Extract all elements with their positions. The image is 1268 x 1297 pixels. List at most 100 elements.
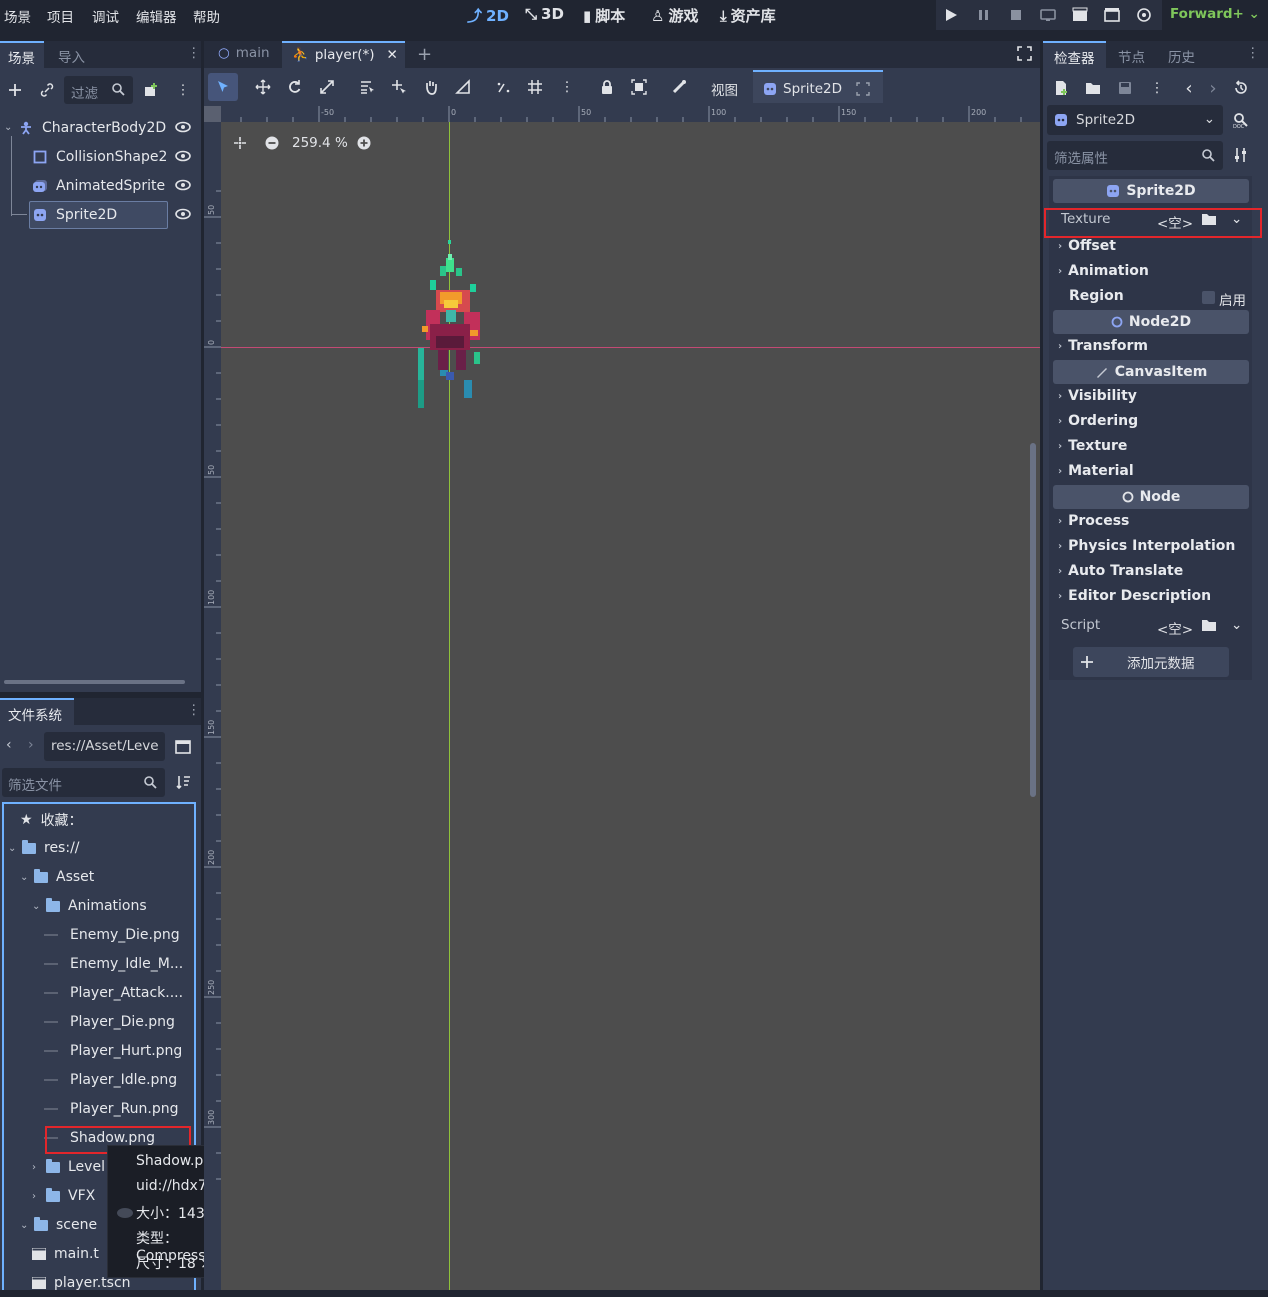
grid-snap-icon[interactable]: [524, 76, 546, 98]
tree-item-collisionshape[interactable]: CollisionShape2: [32, 143, 197, 170]
workspace-2d-button[interactable]: ⤴ 2D: [467, 5, 509, 26]
toggle-split-icon[interactable]: [172, 736, 194, 758]
scene-menu-icon[interactable]: ⋮: [172, 79, 194, 101]
smart-snap-icon[interactable]: [493, 76, 515, 98]
node-selector[interactable]: Sprite2D ⌄: [1047, 105, 1223, 135]
tab-player[interactable]: ⛹ player(*) ✕: [282, 41, 405, 68]
folder-icon[interactable]: [1201, 618, 1217, 632]
docs-icon[interactable]: DOC: [1230, 109, 1252, 131]
sprite2d-toolbar-tab[interactable]: Sprite2D: [753, 70, 883, 106]
instance-scene-icon[interactable]: [140, 79, 162, 101]
viewport-vertical-scrollbar[interactable]: [1030, 443, 1036, 797]
workspace-script-button[interactable]: ▮ 脚本: [583, 5, 625, 26]
scene-filter-input[interactable]: 过滤: [64, 76, 133, 104]
group-icon[interactable]: [628, 76, 650, 98]
tab-import[interactable]: 导入: [58, 46, 85, 66]
remote-debug-icon[interactable]: [1040, 7, 1058, 23]
new-tab-icon[interactable]: +: [417, 44, 432, 65]
group-animation[interactable]: › Animation: [1058, 263, 1149, 279]
file-tree-item[interactable]: Player_Idle.png: [44, 1066, 177, 1094]
run-custom-scene-icon[interactable]: [1104, 7, 1122, 23]
canvas-viewport[interactable]: [204, 103, 1040, 1290]
pause-icon[interactable]: [977, 7, 995, 23]
lock-icon[interactable]: [596, 76, 618, 98]
tree-item-characterbody2d[interactable]: ⌄ CharacterBody2D: [4, 114, 197, 141]
file-tree-item[interactable]: Enemy_Die.png: [44, 921, 180, 949]
history-forward-icon[interactable]: ›: [1202, 77, 1224, 99]
group-editor-description[interactable]: › Editor Description: [1058, 588, 1211, 604]
file-tree-item[interactable]: Player_Hurt.png: [44, 1037, 182, 1065]
file-tree-item[interactable]: Player_Run.png: [44, 1095, 179, 1123]
group-transform[interactable]: › Transform: [1058, 338, 1148, 354]
pan-tool-icon[interactable]: [420, 76, 442, 98]
history-back-icon[interactable]: ‹: [1178, 77, 1200, 99]
tab-scene[interactable]: 场景: [0, 41, 44, 68]
menu-project[interactable]: 项目: [47, 6, 74, 26]
skeleton-bone-icon[interactable]: [668, 76, 690, 98]
expand-icon[interactable]: [856, 82, 870, 96]
play-icon[interactable]: [944, 7, 962, 23]
favorites-row[interactable]: ★ 收藏：: [20, 806, 83, 834]
file-tree-item[interactable]: ⌄ res://: [8, 834, 80, 862]
pivot-tool-icon[interactable]: [388, 76, 410, 98]
path-field[interactable]: res://Asset/Leve: [44, 732, 165, 761]
tab-filesystem[interactable]: 文件系统: [0, 698, 74, 725]
visibility-eye-icon[interactable]: [175, 149, 191, 163]
tab-inspector[interactable]: 检查器: [1043, 41, 1106, 68]
new-resource-icon[interactable]: [1050, 77, 1072, 99]
save-icon[interactable]: [1114, 77, 1136, 99]
group-offset[interactable]: › Offset: [1058, 238, 1116, 254]
file-tree-item[interactable]: main.t: [32, 1240, 99, 1268]
file-filter-input[interactable]: 筛选文件: [2, 768, 165, 797]
group-ordering[interactable]: › Ordering: [1058, 413, 1138, 429]
open-folder-icon[interactable]: [1082, 77, 1104, 99]
tab-node[interactable]: 节点: [1118, 46, 1145, 66]
region-checkbox[interactable]: [1202, 291, 1215, 304]
center-view-icon[interactable]: [233, 136, 247, 150]
group-auto-translate[interactable]: › Auto Translate: [1058, 563, 1183, 579]
file-tree-item[interactable]: › VFX: [32, 1182, 95, 1210]
scale-tool-icon[interactable]: [316, 76, 338, 98]
file-tree-item[interactable]: Player_Die.png: [44, 1008, 175, 1036]
script-value[interactable]: <空>: [1157, 618, 1193, 638]
view-menu-button[interactable]: 视图: [711, 79, 738, 99]
group-texture[interactable]: › Texture: [1058, 438, 1127, 454]
group-material[interactable]: › Material: [1058, 463, 1134, 479]
file-tree-item[interactable]: ⌄ Animations: [32, 892, 147, 920]
inspector-tools-icon[interactable]: [1230, 144, 1252, 166]
back-chevron-icon[interactable]: ‹: [6, 737, 12, 753]
file-tree-item[interactable]: › Level: [32, 1153, 105, 1181]
file-tree-item[interactable]: ⌄ Asset: [20, 863, 94, 891]
move-tool-icon[interactable]: [252, 76, 274, 98]
distraction-free-icon[interactable]: [1017, 46, 1032, 61]
horizontal-scrollbar[interactable]: [4, 680, 185, 684]
movie-maker-icon[interactable]: [1136, 7, 1154, 23]
forward-chevron-icon[interactable]: ›: [28, 737, 34, 753]
workspace-game-button[interactable]: ♙ 游戏: [651, 5, 698, 26]
file-tree-item[interactable]: ⌄ scene: [20, 1211, 97, 1239]
renderer-select[interactable]: Forward+ ⌄: [1170, 6, 1260, 22]
menu-debug[interactable]: 调试: [92, 6, 119, 26]
zoom-in-icon[interactable]: [357, 136, 371, 150]
add-metadata-button[interactable]: 添加元数据: [1073, 647, 1229, 677]
snap-options-icon[interactable]: ⋮: [556, 76, 578, 98]
dock-menu-icon[interactable]: ⋮: [187, 702, 201, 718]
visibility-eye-icon[interactable]: [175, 120, 191, 134]
tab-main[interactable]: ○ main: [210, 41, 278, 68]
close-icon[interactable]: ✕: [387, 47, 398, 68]
ruler-tool-icon[interactable]: [452, 76, 474, 98]
tree-item-sprite2d[interactable]: Sprite2D: [29, 201, 197, 229]
more-options-icon[interactable]: ⋮: [1146, 77, 1168, 99]
workspace-assetlib-button[interactable]: ⤓ 资产库: [720, 5, 776, 26]
link-icon[interactable]: [36, 79, 58, 101]
dock-menu-icon[interactable]: ⋮: [187, 45, 201, 61]
sort-icon[interactable]: [172, 771, 194, 793]
rotate-tool-icon[interactable]: [284, 76, 306, 98]
visibility-eye-icon[interactable]: [175, 178, 191, 192]
object-history-icon[interactable]: [1230, 77, 1252, 99]
tree-item-animatedsprite[interactable]: AnimatedSprite: [32, 172, 197, 199]
menu-scene[interactable]: 场景: [4, 6, 31, 26]
property-filter-input[interactable]: 筛选属性: [1047, 141, 1223, 170]
select-tool-icon[interactable]: [212, 76, 234, 98]
run-current-scene-icon[interactable]: [1072, 7, 1090, 23]
